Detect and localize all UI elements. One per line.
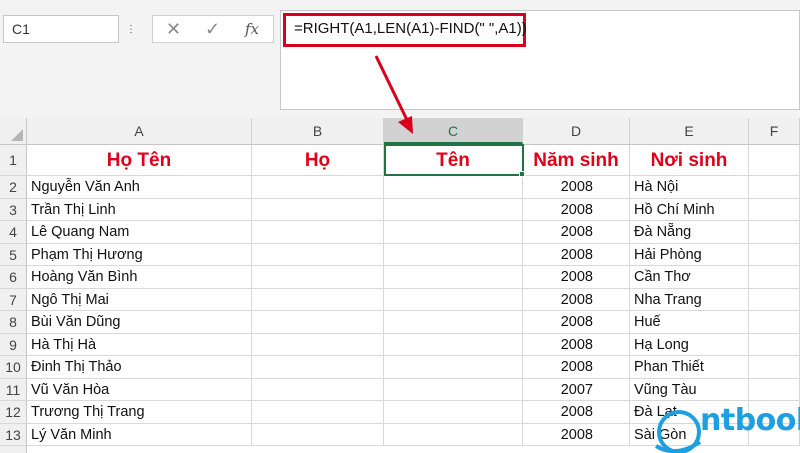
annotation-arrow bbox=[374, 55, 413, 134]
watermark-text: ntbook bbox=[700, 403, 800, 438]
